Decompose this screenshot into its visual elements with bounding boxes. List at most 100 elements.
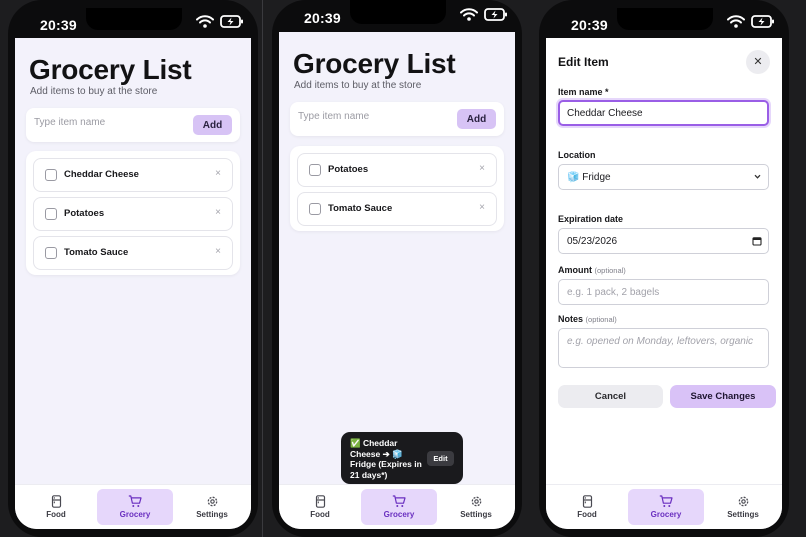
tab-bar: Food Grocery Settings (546, 484, 782, 529)
divider (262, 0, 263, 537)
remove-icon[interactable]: × (215, 168, 221, 179)
cart-icon (659, 495, 673, 507)
tab-food[interactable]: Food (18, 489, 94, 525)
grocery-list: Cheddar Cheese × Potatoes × Tomato Sauce… (26, 151, 240, 275)
tab-bar: Food Grocery Settings (279, 484, 515, 529)
notes-optional: (optional) (585, 315, 617, 324)
item-label: Cheddar Cheese (64, 169, 139, 180)
item-checkbox[interactable] (45, 247, 57, 259)
notch (617, 8, 713, 30)
tab-label: Grocery (650, 510, 682, 519)
list-item[interactable]: Potatoes × (297, 153, 497, 187)
toast-edit-button[interactable]: Edit (427, 451, 454, 466)
gear-icon (738, 496, 748, 507)
page-title: Grocery List (29, 54, 192, 85)
screen: Edit Item ✕ Item name * Cheddar Cheese L… (546, 38, 782, 529)
item-label: Potatoes (328, 164, 369, 175)
calendar-icon[interactable] (752, 236, 762, 246)
location-value: 🧊 Fridge (567, 172, 611, 183)
gear-icon (207, 496, 217, 507)
battery-charging-icon (484, 8, 508, 21)
modal-title: Edit Item (558, 55, 609, 69)
fridge-icon (582, 495, 592, 508)
cancel-button[interactable]: Cancel (558, 385, 663, 408)
tab-settings[interactable]: Settings (438, 489, 514, 525)
list-item[interactable]: Tomato Sauce × (297, 192, 497, 226)
toast-message: ✅ Cheddar Cheese ➔ 🧊 Fridge (Expires in … (350, 438, 422, 480)
amount-label: Amount (optional) (558, 265, 626, 275)
item-name-input[interactable] (34, 117, 174, 128)
tab-label: Grocery (383, 510, 415, 519)
tab-label: Settings (196, 510, 228, 519)
location-label: Location (558, 150, 596, 160)
phone-frame-2: 20:39 Grocery List Add items to buy at t… (272, 0, 522, 537)
item-label: Tomato Sauce (328, 203, 393, 214)
item-checkbox[interactable] (45, 208, 57, 220)
remove-icon[interactable]: × (479, 202, 485, 213)
tab-label: Grocery (119, 510, 151, 519)
status-bar: 20:39 (272, 0, 522, 32)
tab-label: Food (577, 510, 597, 519)
item-label: Potatoes (64, 208, 105, 219)
list-item[interactable]: Potatoes × (33, 197, 233, 231)
tab-settings[interactable]: Settings (705, 489, 781, 525)
tab-settings[interactable]: Settings (174, 489, 250, 525)
edit-item-modal: Edit Item ✕ Item name * Cheddar Cheese L… (546, 38, 782, 484)
tab-label: Settings (727, 510, 759, 519)
tab-food[interactable]: Food (282, 489, 358, 525)
add-item-bar: Add (290, 102, 504, 136)
amount-field[interactable]: e.g. 1 pack, 2 bagels (558, 279, 769, 305)
item-checkbox[interactable] (45, 169, 57, 181)
tab-label: Settings (460, 510, 492, 519)
wifi-icon (727, 15, 745, 28)
add-button[interactable]: Add (193, 115, 232, 135)
location-select[interactable]: 🧊 Fridge (558, 164, 769, 190)
item-checkbox[interactable] (309, 203, 321, 215)
list-item[interactable]: Tomato Sauce × (33, 236, 233, 270)
notes-textarea[interactable]: e.g. opened on Monday, leftovers, organi… (558, 328, 769, 368)
battery-charging-icon (220, 15, 244, 28)
item-name-label: Item name * (558, 87, 609, 97)
remove-icon[interactable]: × (215, 246, 221, 257)
tab-grocery[interactable]: Grocery (628, 489, 704, 525)
tab-bar: Food Grocery Settings (15, 484, 251, 529)
status-bar: 20:39 (539, 0, 789, 38)
tab-grocery[interactable]: Grocery (97, 489, 173, 525)
add-item-bar: Add (26, 108, 240, 142)
tab-food[interactable]: Food (549, 489, 625, 525)
notch (350, 0, 446, 24)
wifi-icon (460, 8, 478, 21)
toast: ✅ Cheddar Cheese ➔ 🧊 Fridge (Expires in … (341, 432, 463, 484)
remove-icon[interactable]: × (479, 163, 485, 174)
status-time: 20:39 (304, 10, 341, 26)
notes-label-text: Notes (558, 314, 584, 324)
remove-icon[interactable]: × (215, 207, 221, 218)
item-label: Tomato Sauce (64, 247, 129, 258)
tab-label: Food (46, 510, 66, 519)
screen: Grocery List Add items to buy at the sto… (15, 38, 251, 529)
expiration-value: 05/23/2026 (567, 236, 618, 247)
fridge-icon (51, 495, 61, 508)
item-name-field[interactable]: Cheddar Cheese (558, 100, 769, 126)
tab-label: Food (310, 510, 330, 519)
list-item[interactable]: Cheddar Cheese × (33, 158, 233, 192)
notes-label: Notes (optional) (558, 314, 617, 324)
page-subtitle: Add items to buy at the store (294, 80, 422, 91)
add-button[interactable]: Add (457, 109, 496, 129)
item-name-input[interactable] (298, 111, 438, 122)
expiration-label: Expiration date (558, 214, 624, 224)
item-checkbox[interactable] (309, 164, 321, 176)
amount-label-text: Amount (558, 265, 592, 275)
close-icon[interactable]: ✕ (746, 50, 770, 74)
grocery-list: Potatoes × Tomato Sauce × (290, 146, 504, 231)
notch (86, 8, 182, 30)
chevron-down-icon (754, 174, 761, 179)
phone-frame-1: 20:39 Grocery List Add items to buy at t… (8, 0, 258, 537)
battery-charging-icon (751, 15, 775, 28)
expiration-date-input[interactable]: 05/23/2026 (558, 228, 769, 254)
status-time: 20:39 (40, 17, 77, 33)
tab-grocery[interactable]: Grocery (361, 489, 437, 525)
save-changes-button[interactable]: Save Changes (670, 385, 776, 408)
phone-frame-3: 20:39 Edit Item ✕ Item name * Cheddar Ch… (539, 0, 789, 537)
cart-icon (392, 495, 406, 507)
